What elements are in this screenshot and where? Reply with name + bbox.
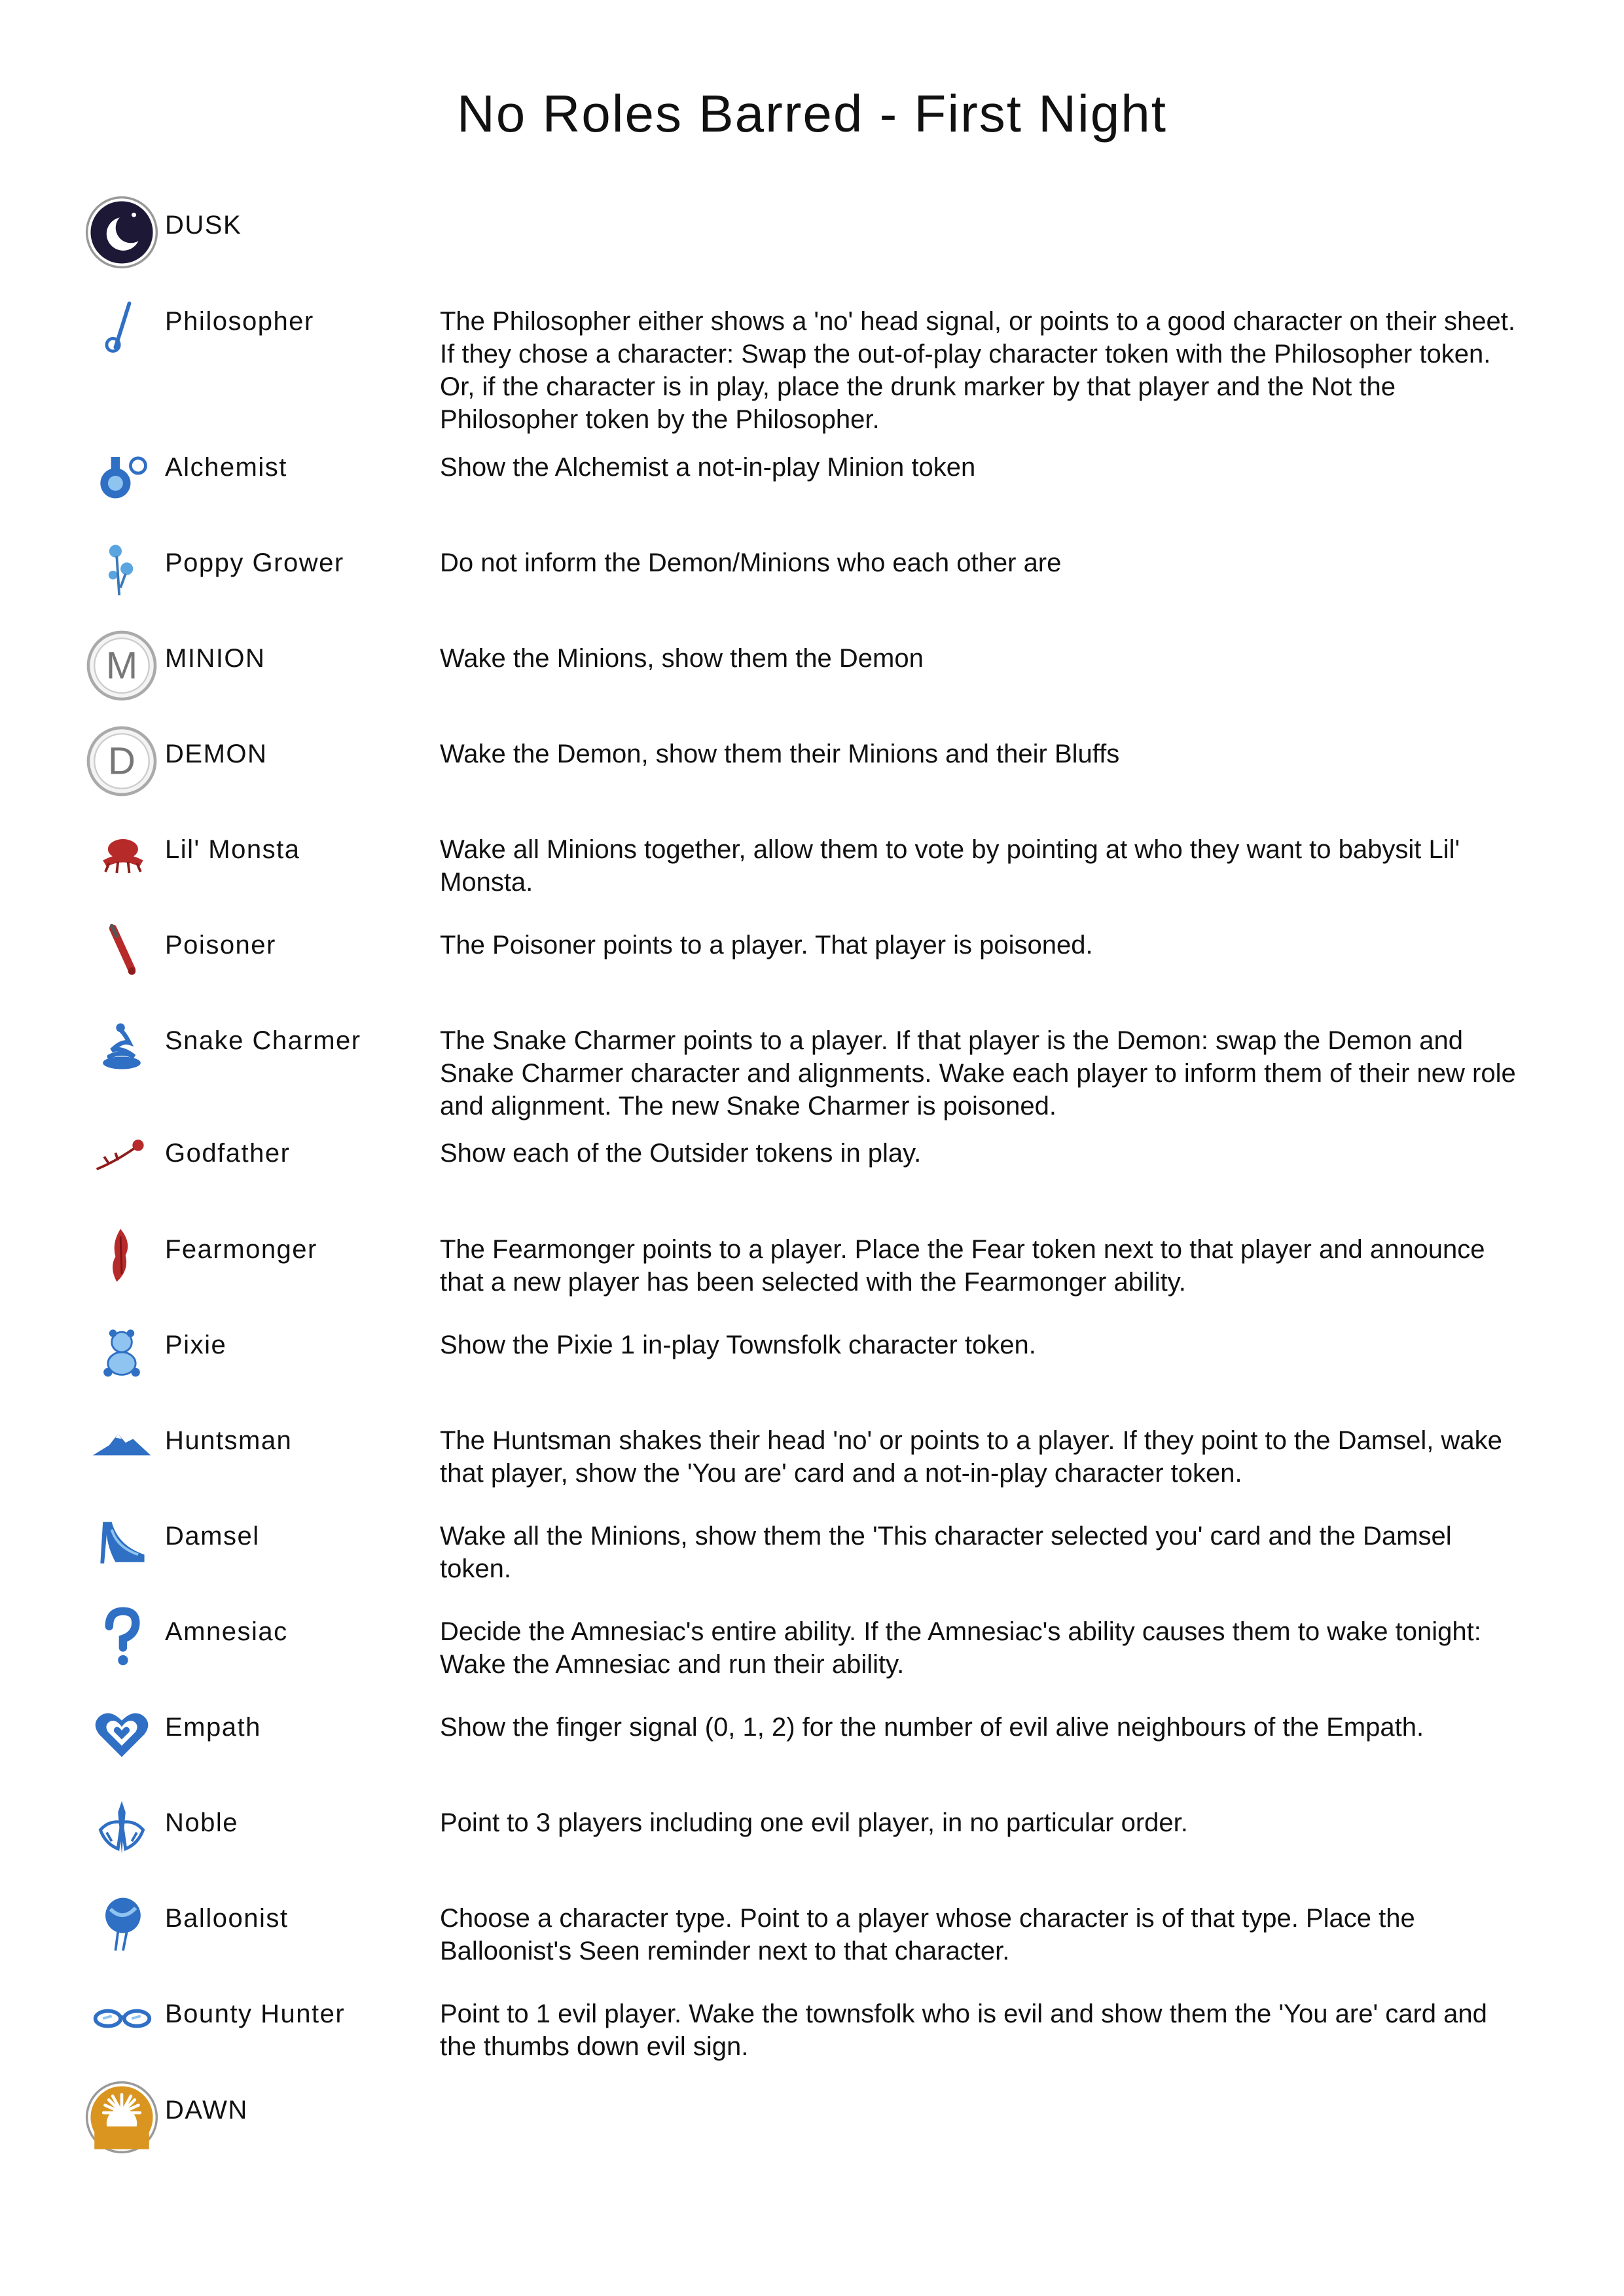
- dawn-sun-icon: [84, 2079, 160, 2155]
- row-name: Snake Charmer: [165, 1026, 361, 1055]
- huntsman-mountain-icon: [90, 1415, 153, 1478]
- empath-heart-icon: [90, 1702, 153, 1765]
- row-name: Poisoner: [165, 931, 276, 960]
- row-name: Philosopher: [165, 307, 314, 336]
- row-name: DEMON: [165, 740, 268, 768]
- row-name: Poppy Grower: [165, 548, 344, 577]
- bounty-hunter-glasses-icon: [90, 1988, 153, 2051]
- noble-crest-icon: [90, 1797, 153, 1860]
- fearmonger-icon: [90, 1224, 153, 1287]
- row-description: Show the finger signal (0, 1, 2) for the…: [440, 1713, 1424, 1742]
- lil-monsta-icon: [90, 824, 153, 887]
- row-name: DAWN: [165, 2096, 248, 2125]
- balloonist-balloon-icon: [90, 1893, 153, 1956]
- philosopher-staff-icon: [90, 296, 153, 359]
- row-name: Balloonist: [165, 1904, 289, 1933]
- row-name: MINION: [165, 644, 266, 673]
- minion-m-icon: M: [84, 628, 160, 704]
- row-name: Godfather: [165, 1139, 291, 1168]
- row-description: The Snake Charmer points to a player. If…: [440, 1026, 1516, 1121]
- row-description: The Huntsman shakes their head 'no' or p…: [440, 1426, 1502, 1488]
- row-name: DUSK: [165, 211, 242, 240]
- damsel-slipper-icon: [90, 1511, 153, 1573]
- row-description: Choose a character type. Point to a play…: [440, 1904, 1415, 1965]
- row-description: Point to 1 evil player. Wake the townsfo…: [440, 2000, 1487, 2061]
- row-name: Empath: [165, 1713, 261, 1742]
- row-name: Alchemist: [165, 453, 287, 482]
- row-description: Show the Pixie 1 in-play Townsfolk chara…: [440, 1331, 1036, 1359]
- demon-d-icon: D: [84, 723, 160, 799]
- row-name: Fearmonger: [165, 1235, 317, 1264]
- snake-charmer-icon: [90, 1015, 153, 1078]
- row-description: Point to 3 players including one evil pl…: [440, 1808, 1188, 1837]
- poppy-flower-icon: [90, 537, 153, 600]
- row-description: Show the Alchemist a not-in-play Minion …: [440, 453, 976, 482]
- row-name: Damsel: [165, 1522, 260, 1551]
- row-description: Do not inform the Demon/Minions who each…: [440, 548, 1062, 577]
- svg-text:D: D: [108, 740, 135, 783]
- poisoner-vial-icon: [90, 920, 153, 982]
- pixie-bear-icon: [90, 1319, 153, 1382]
- godfather-rose-icon: [90, 1128, 153, 1191]
- row-description: Wake the Demon, show them their Minions …: [440, 740, 1120, 768]
- row-name: Lil' Monsta: [165, 835, 300, 864]
- row-name: Amnesiac: [165, 1617, 288, 1646]
- svg-text:M: M: [106, 645, 137, 687]
- page-title: No Roles Barred - First Night: [457, 84, 1167, 143]
- amnesiac-question-icon: [90, 1606, 153, 1669]
- alchemist-flask-icon: [90, 442, 153, 505]
- dusk-moon-icon: [84, 194, 160, 270]
- row-description: The Poisoner points to a player. That pl…: [440, 931, 1093, 960]
- row-name: Noble: [165, 1808, 239, 1837]
- row-description: Wake all Minions together, allow them to…: [440, 835, 1460, 897]
- row-description: Wake all the Minions, show them the 'Thi…: [440, 1522, 1452, 1583]
- row-name: Pixie: [165, 1331, 227, 1359]
- row-name: Bounty Hunter: [165, 2000, 346, 2028]
- row-description: The Fearmonger points to a player. Place…: [440, 1235, 1485, 1297]
- row-description: Decide the Amnesiac's entire ability. If…: [440, 1617, 1481, 1679]
- row-description: The Philosopher either shows a 'no' head…: [440, 307, 1515, 434]
- row-description: Wake the Minions, show them the Demon: [440, 644, 924, 673]
- row-name: Huntsman: [165, 1426, 293, 1455]
- row-description: Show each of the Outsider tokens in play…: [440, 1139, 922, 1168]
